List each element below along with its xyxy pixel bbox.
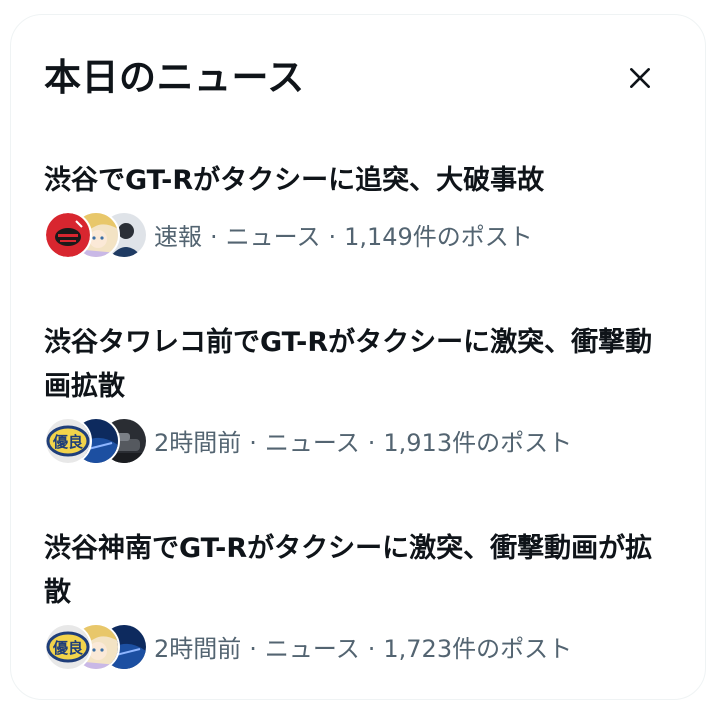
avatar: 優良: [44, 623, 92, 671]
panel-header: 本日のニュース: [44, 53, 675, 103]
close-icon: [630, 68, 650, 88]
news-post-count: 1,149件のポスト: [344, 222, 533, 251]
avatar: [44, 211, 92, 259]
news-headline: 渋谷タワレコ前でGT-Rがタクシーに激突、衝撃動画拡散: [44, 327, 653, 402]
news-meta-text: 2時間前 · ニュース · 1,723件のポスト: [154, 634, 573, 663]
badge-text: 優良: [52, 639, 83, 657]
news-meta-text: 速報 · ニュース · 1,149件のポスト: [154, 222, 533, 251]
news-time: 2時間前: [154, 428, 242, 457]
news-post-count: 1,913件のポスト: [383, 428, 573, 457]
news-time: 2時間前: [154, 634, 242, 663]
news-post-count: 1,723件のポスト: [383, 634, 573, 663]
badge-text: 優良: [52, 433, 83, 451]
news-meta: 優良: [44, 623, 675, 671]
close-button[interactable]: [615, 53, 665, 103]
news-item[interactable]: 渋谷でGT-Rがタクシーに追突、大破事故 速報 · ニュース · 1,149件の…: [44, 159, 675, 259]
news-category: ニュース: [225, 222, 321, 251]
avatar-stack: 優良: [44, 417, 148, 465]
news-headline: 渋谷神南でGT-Rがタクシーに激突、衝撃動画が拡散: [44, 533, 653, 608]
avatar: 優良: [44, 417, 92, 465]
news-meta: 優良: [44, 417, 675, 465]
news-meta-text: 2時間前 · ニュース · 1,913件のポスト: [154, 428, 573, 457]
news-category: ニュース: [264, 634, 360, 663]
panel-title: 本日のニュース: [44, 56, 305, 99]
news-item[interactable]: 渋谷タワレコ前でGT-Rがタクシーに激突、衝撃動画拡散 優良 2時間前 · ニュ…: [44, 321, 675, 465]
news-panel: 本日のニュース 渋谷でGT-Rがタクシーに追突、大破事故 速報 · ニュース ·…: [10, 14, 706, 700]
news-item[interactable]: 渋谷神南でGT-Rがタクシーに激突、衝撃動画が拡散 優良 2時間前 · ニュース…: [44, 527, 675, 671]
avatar-stack: 優良: [44, 623, 148, 671]
news-headline: 渋谷でGT-Rがタクシーに追突、大破事故: [44, 165, 545, 196]
news-meta: 速報 · ニュース · 1,149件のポスト: [44, 211, 675, 259]
news-time: 速報: [154, 222, 202, 251]
avatar-stack: [44, 211, 148, 259]
news-category: ニュース: [264, 428, 360, 457]
